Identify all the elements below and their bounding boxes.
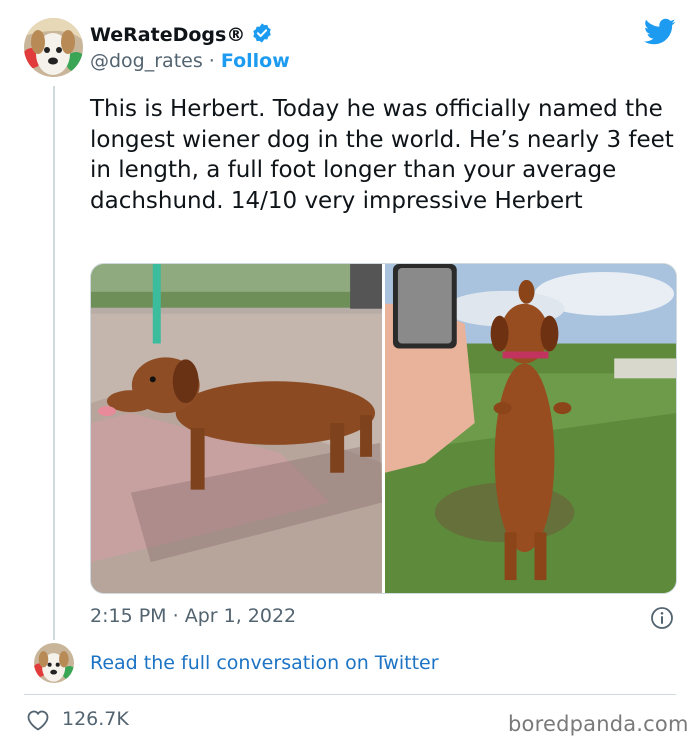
divider: [24, 694, 676, 695]
like-count[interactable]: 126.7K: [62, 708, 129, 730]
handle-row: @dog_rates · Follow: [90, 50, 290, 72]
account-handle[interactable]: @dog_rates: [90, 50, 203, 72]
heart-icon[interactable]: [26, 709, 50, 731]
verified-badge-icon: [251, 22, 273, 48]
avatar[interactable]: [24, 18, 83, 77]
small-avatar[interactable]: [34, 643, 74, 683]
watermark: boredpanda.com: [508, 712, 689, 736]
tweet-text: This is Herbert. Today he was officially…: [90, 96, 674, 214]
handle-separator: ·: [208, 50, 215, 72]
timestamp-separator: ·: [172, 605, 179, 627]
account-name[interactable]: WeRateDogs®: [90, 24, 245, 46]
dachshund-upright-photo[interactable]: [385, 264, 676, 593]
read-conversation-link[interactable]: Read the full conversation on Twitter: [90, 652, 439, 674]
tweet-date[interactable]: Apr 1, 2022: [185, 605, 296, 627]
tweet-media[interactable]: [90, 263, 677, 594]
follow-button[interactable]: Follow: [221, 50, 290, 72]
twitter-bird-icon[interactable]: [643, 18, 676, 46]
thread-line: [53, 86, 55, 640]
account-name-row[interactable]: WeRateDogs®: [90, 22, 273, 48]
info-icon[interactable]: [650, 606, 674, 630]
tweet-timestamp[interactable]: 2:15 PM · Apr 1, 2022: [90, 605, 296, 627]
tweet-time[interactable]: 2:15 PM: [90, 605, 167, 627]
dachshund-standing-photo[interactable]: [91, 264, 382, 593]
